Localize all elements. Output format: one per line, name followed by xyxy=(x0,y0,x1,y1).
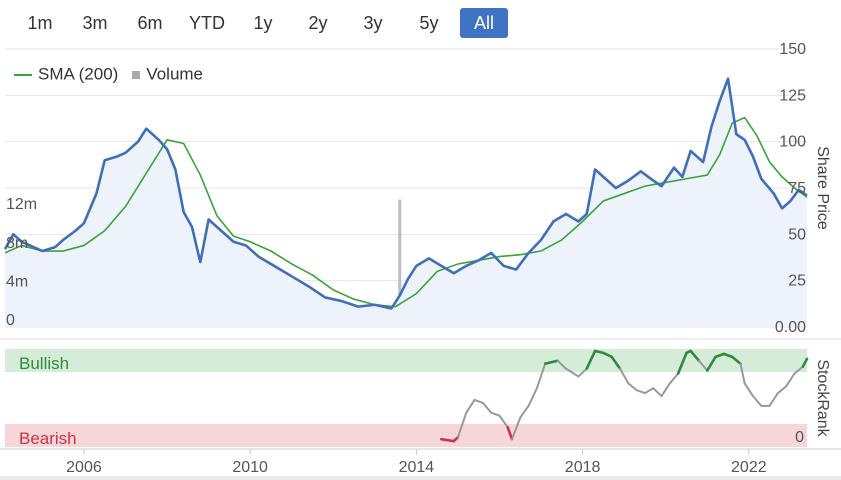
stockrank-segment[interactable] xyxy=(743,382,754,398)
x-tick-label: 2010 xyxy=(232,459,268,476)
stockrank-segment[interactable] xyxy=(660,382,671,398)
x-tick-label: 2022 xyxy=(731,459,767,476)
navigator-strip[interactable] xyxy=(0,476,841,480)
x-tick-label: 2018 xyxy=(565,459,601,476)
stockrank-segment[interactable] xyxy=(465,398,476,414)
x-tick-label: 2006 xyxy=(66,459,102,476)
stock-chart[interactable]: 150 125 100 75 50 25 0.00 12m 8m 4m 0 Share Price Bu… xyxy=(0,0,841,480)
price-tick-label: 75 xyxy=(788,180,806,197)
stockrank-segment[interactable] xyxy=(490,411,501,417)
stockrank-segment[interactable] xyxy=(627,382,638,392)
stockrank-segment[interactable] xyxy=(635,389,646,395)
volume-tick-label: 12m xyxy=(6,196,37,213)
x-tick-label: 2014 xyxy=(399,459,435,476)
volume-tick-label: 0 xyxy=(6,312,15,329)
stockrank-segment[interactable] xyxy=(668,372,680,385)
volume-tick-label: 8m xyxy=(6,235,28,252)
stockrank-tick-label: 0 xyxy=(795,429,804,446)
stockrank-axis-title: StockRank xyxy=(814,359,831,437)
stockrank-segment[interactable] xyxy=(473,398,484,404)
bullish-label: Bullish xyxy=(19,354,69,373)
price-tick-label: 50 xyxy=(788,226,806,243)
stockrank-segment[interactable] xyxy=(481,401,493,414)
price-tick-label: 0.00 xyxy=(775,319,806,336)
stockrank-segment[interactable] xyxy=(519,404,530,419)
price-tick-label: 125 xyxy=(779,87,806,104)
bearish-zone xyxy=(5,424,807,447)
price-tick-label: 100 xyxy=(779,134,806,151)
price-area xyxy=(5,78,807,327)
stockrank-segment[interactable] xyxy=(751,395,763,407)
bearish-label: Bearish xyxy=(19,429,77,448)
stockrank-segment[interactable] xyxy=(652,387,663,398)
stockrank-segment[interactable] xyxy=(785,372,796,388)
stockrank-segment[interactable] xyxy=(776,385,788,395)
price-tick-label: 150 xyxy=(779,41,806,58)
share-price-axis-title: Share Price xyxy=(814,146,831,230)
stockrank-segment[interactable] xyxy=(643,387,655,395)
stockrank-segment[interactable] xyxy=(768,392,779,407)
stockrank-segment[interactable] xyxy=(527,387,538,407)
volume-tick-label: 4m xyxy=(6,273,28,290)
price-tick-label: 25 xyxy=(788,273,806,290)
